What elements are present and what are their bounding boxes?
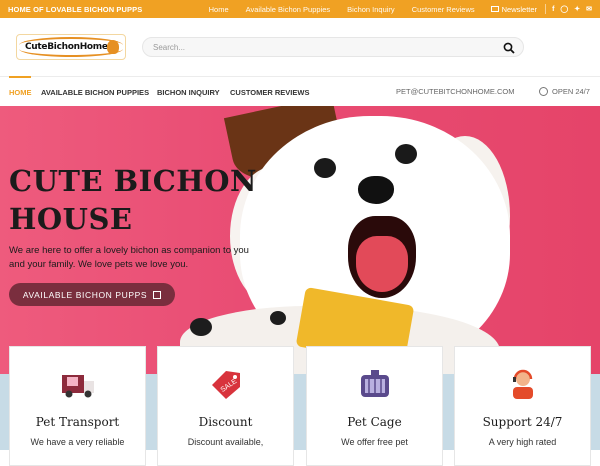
search-bar[interactable]: Search...: [142, 37, 524, 57]
email-address: PET@CUTEBITCHONHOME.COM: [396, 87, 515, 96]
top-link-bichon-inquiry[interactable]: Bichon Inquiry: [347, 5, 395, 14]
hours-label: OPEN 24/7: [552, 87, 590, 96]
cta-label: AVAILABLE BICHON PUPPS: [22, 289, 148, 300]
envelope-icon: [490, 6, 499, 12]
hours-contact: OPEN 24/7: [539, 87, 590, 96]
support-agent-icon: [512, 369, 533, 399]
feature-title: Pet Transport: [35, 415, 120, 429]
top-bar-tagline: HOME OF LOVABLE BICHON PUPPS: [8, 5, 143, 14]
feature-desc: We have a very reliable: [30, 437, 125, 447]
email-contact[interactable]: PET@CUTEBITCHONHOME.COM: [396, 87, 514, 96]
feature-desc: We offer free pet: [341, 437, 408, 447]
nav-item-bichon-inquiry[interactable]: BICHON INQUIRY: [157, 88, 220, 97]
top-link-customer-reviews[interactable]: Customer Reviews: [412, 5, 475, 14]
search-placeholder: Search...: [153, 43, 186, 52]
pet-cage-icon: [360, 370, 389, 397]
feature-card-support[interactable]: Support 24/7 A very high rated: [454, 346, 591, 466]
divider: [545, 4, 547, 14]
instagram-icon[interactable]: ◯: [560, 5, 568, 13]
site-logo[interactable]: CuteBichonHome: [16, 34, 126, 60]
feature-card-pet-transport[interactable]: Pet Transport We have a very reliable: [9, 346, 146, 466]
feature-title: Support 24/7: [482, 415, 563, 429]
dog-tongue: [356, 236, 408, 292]
logo-text: CuteBichonHome: [25, 42, 108, 52]
nav-item-home[interactable]: HOME: [9, 88, 32, 97]
top-bar-nav: Home Available Bichon Puppies Bichon Inq…: [192, 4, 592, 14]
feature-title: Pet Cage: [347, 415, 402, 429]
dog-eye: [395, 144, 417, 164]
header: CuteBichonHome Search...: [0, 18, 600, 76]
shirt-spot: [190, 318, 212, 336]
newsletter-link[interactable]: Newsletter: [490, 4, 538, 14]
hero-title-line1: CUTE BICHON: [9, 164, 257, 198]
feature-desc: Discount available,: [187, 437, 264, 447]
truck-icon: [61, 375, 94, 398]
sale-tag-icon: SALE: [211, 371, 240, 399]
hero-title: CUTE BICHON HOUSE: [9, 162, 269, 238]
shirt-spot: [270, 311, 286, 325]
dog-eye: [314, 158, 336, 178]
nav-item-available-puppies[interactable]: AVAILABLE BICHON PUPPIES: [41, 88, 149, 97]
facebook-icon[interactable]: f: [552, 6, 554, 13]
dog-logo-icon: [107, 40, 119, 54]
newsletter-label: Newsletter: [501, 4, 538, 14]
hero-banner: CUTE BICHON HOUSE We are here to offer a…: [0, 106, 600, 382]
feature-card-pet-cage[interactable]: Pet Cage We offer free pet: [306, 346, 443, 466]
main-nav: HOME AVAILABLE BICHON PUPPIES BICHON INQ…: [0, 76, 600, 106]
feature-title: Discount: [198, 415, 253, 429]
top-link-available-puppies[interactable]: Available Bichon Puppies: [246, 5, 331, 14]
dog-nose: [358, 176, 394, 204]
feature-card-discount[interactable]: SALE Discount Discount available,: [157, 346, 294, 466]
available-pupps-button[interactable]: AVAILABLE BICHON PUPPS: [9, 283, 175, 306]
twitter-icon[interactable]: ✦: [574, 5, 580, 13]
gift-icon: [153, 290, 162, 299]
feature-desc: A very high rated: [488, 437, 557, 447]
top-bar: HOME OF LOVABLE BICHON PUPPS Home Availa…: [0, 0, 600, 18]
top-link-home[interactable]: Home: [209, 5, 229, 14]
hero-paragraph: We are here to offer a lovely bichon as …: [9, 245, 249, 270]
search-icon[interactable]: [503, 42, 515, 54]
clock-icon: [539, 87, 548, 96]
nav-item-customer-reviews[interactable]: CUSTOMER REVIEWS: [230, 88, 309, 97]
active-indicator: [9, 76, 31, 78]
email-icon[interactable]: ✉: [586, 5, 592, 13]
hero-title-line2: HOUSE: [9, 202, 133, 236]
